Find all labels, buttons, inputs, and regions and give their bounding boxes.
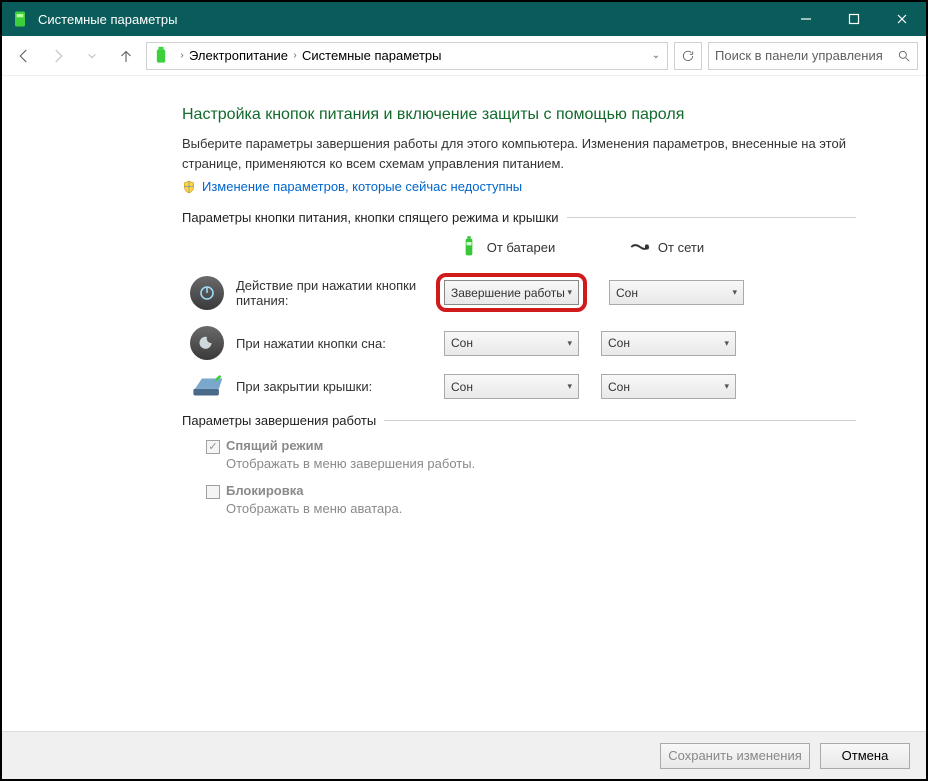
sleep-button-row: При нажатии кнопки сна: Сон ▾ Сон ▾ <box>182 326 856 360</box>
chevron-down-icon: ▾ <box>567 338 572 349</box>
highlight-frame: Завершение работы ▾ <box>436 273 587 312</box>
chevron-down-icon: ▾ <box>724 381 729 392</box>
power-button-icon <box>190 276 224 310</box>
chevron-right-icon: › <box>175 50 189 61</box>
sleep-button-label: При нажатии кнопки сна: <box>236 336 436 351</box>
chevron-down-icon: ▾ <box>724 338 729 349</box>
search-input[interactable]: Поиск в панели управления <box>708 42 918 70</box>
sleep-checkbox-desc: Отображать в меню завершения работы. <box>226 456 856 471</box>
lid-close-label: При закрытии крышки: <box>236 379 436 394</box>
shield-icon <box>182 180 196 194</box>
up-button[interactable] <box>112 42 140 70</box>
search-icon <box>897 49 911 63</box>
back-button[interactable] <box>10 42 38 70</box>
close-button[interactable] <box>878 2 926 36</box>
titlebar: Системные параметры <box>2 2 926 36</box>
breadcrumb-item[interactable]: Системные параметры <box>302 48 441 63</box>
chevron-right-icon: › <box>288 50 302 61</box>
breadcrumb-item[interactable]: Электропитание <box>189 48 288 63</box>
lid-ac-select[interactable]: Сон ▾ <box>601 374 736 399</box>
content-area: Настройка кнопок питания и включение защ… <box>2 76 926 516</box>
power-button-row: Действие при нажатии кнопки питания: Зав… <box>182 273 856 312</box>
search-placeholder: Поиск в панели управления <box>715 48 897 63</box>
power-ac-select[interactable]: Сон ▾ <box>609 280 744 305</box>
power-options-icon <box>151 46 171 66</box>
lock-checkbox-desc: Отображать в меню аватара. <box>226 501 856 516</box>
plug-icon <box>630 235 650 259</box>
sleep-battery-select[interactable]: Сон ▾ <box>444 331 579 356</box>
ac-column-header: От сети <box>602 235 732 259</box>
battery-column-header: От батареи <box>442 235 572 259</box>
cancel-button[interactable]: Отмена <box>820 743 910 769</box>
breadcrumb[interactable]: › Электропитание › Системные параметры ⌄ <box>146 42 668 70</box>
lid-icon <box>190 375 224 399</box>
change-unavailable-link[interactable]: Изменение параметров, которые сейчас нед… <box>202 179 522 194</box>
forward-button[interactable] <box>44 42 72 70</box>
sleep-checkbox-label: Спящий режим <box>226 438 323 453</box>
section-shutdown-header: Параметры завершения работы <box>182 413 856 428</box>
column-headers: От батареи От сети <box>182 235 856 259</box>
lock-checkbox[interactable] <box>206 485 220 499</box>
lid-battery-select[interactable]: Сон ▾ <box>444 374 579 399</box>
lid-close-row: При закрытии крышки: Сон ▾ Сон ▾ <box>182 374 856 399</box>
refresh-button[interactable] <box>674 42 702 70</box>
lock-checkbox-label: Блокировка <box>226 483 303 498</box>
window-title: Системные параметры <box>38 12 782 27</box>
page-intro: Выберите параметры завершения работы для… <box>182 134 856 173</box>
power-battery-select[interactable]: Завершение работы ▾ <box>444 280 579 305</box>
history-dropdown-button[interactable] <box>78 42 106 70</box>
battery-icon <box>459 235 479 259</box>
app-icon <box>10 9 30 29</box>
footer: Сохранить изменения Отмена <box>2 731 926 779</box>
minimize-button[interactable] <box>782 2 830 36</box>
save-button[interactable]: Сохранить изменения <box>660 743 810 769</box>
maximize-button[interactable] <box>830 2 878 36</box>
chevron-down-icon: ▾ <box>732 287 737 298</box>
sleep-ac-select[interactable]: Сон ▾ <box>601 331 736 356</box>
power-button-label: Действие при нажатии кнопки питания: <box>236 278 436 308</box>
sleep-button-icon <box>190 326 224 360</box>
chevron-down-icon: ▾ <box>567 381 572 392</box>
sleep-checkbox[interactable] <box>206 440 220 454</box>
section-buttons-header: Параметры кнопки питания, кнопки спящего… <box>182 210 856 225</box>
chevron-down-icon: ▾ <box>567 287 572 298</box>
navbar: › Электропитание › Системные параметры ⌄… <box>2 36 926 76</box>
page-heading: Настройка кнопок питания и включение защ… <box>182 106 856 124</box>
chevron-down-icon[interactable]: ⌄ <box>649 50 663 61</box>
